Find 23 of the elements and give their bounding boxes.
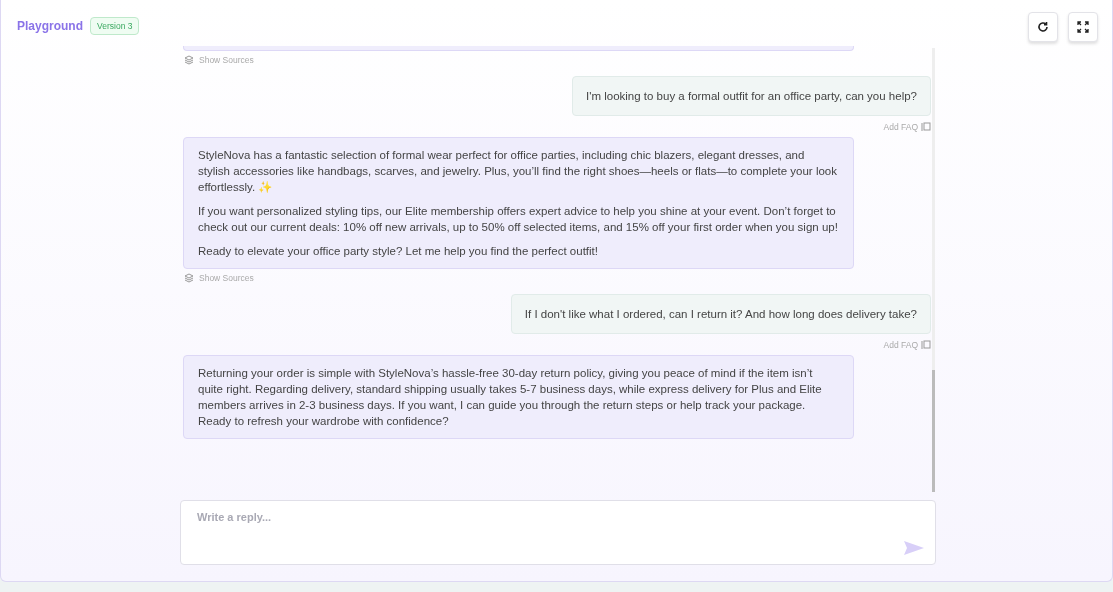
message-text: Ready to elevate your office party style? Let me help you find the perfect outfit! — [198, 244, 599, 259]
refresh-button[interactable] — [1028, 12, 1058, 42]
add-faq-link[interactable]: Add FAQ — [883, 340, 918, 350]
layers-icon[interactable] — [184, 273, 194, 283]
scrollbar[interactable] — [932, 48, 935, 492]
faq-icon[interactable] — [921, 340, 931, 350]
layers-icon[interactable] — [184, 55, 194, 65]
user-message: I'm looking to buy a formal outfit for an office party, can you help? — [572, 76, 931, 116]
app-title: Playground — [17, 19, 83, 33]
message-text: Returning your order is simple with StyleNova’s hassle-free 30-day return policy, giving you peace of mind if the item isn’t quite right. Regarding delivery, standard shipping usually takes 5-7 business days, while express delivery for Plus and Elite members arrives in 2-3 business days. If you want, I can guide you through the return steps or help track your package. Ready to refresh your wardrobe with confidence? — [198, 366, 823, 429]
version-badge: Version 3 — [90, 17, 140, 35]
reply-field[interactable]: Write a reply... — [180, 500, 936, 565]
expand-icon — [1077, 21, 1089, 33]
add-faq-link[interactable]: Add FAQ — [883, 122, 918, 132]
refresh-icon — [1037, 21, 1049, 33]
user-message: If I don't like what I ordered, can I return it? And how long does delivery take? — [510, 294, 931, 334]
message-text: If you want personalized styling tips, our Elite membership offers expert advice to help you shine at your event. Don’t forget to check out our current deals: 10% off new arrivals, up to 50% off selected items, and 15% off your first order when you sign up! — [198, 204, 839, 235]
show-sources-link[interactable]: Show Sources — [199, 273, 254, 283]
message-text: StyleNova has a fantastic selection of formal wear perfect for office parties, including chic blazers, elegant dresses, and stylish accessories like handbags, scarves, and jewelry. Plus, you’ll find the right shoes—heels or flats—to complete your look effortlessly. ✨ — [198, 148, 838, 195]
show-sources-link[interactable]: Show Sources — [199, 55, 254, 65]
fullscreen-button[interactable] — [1068, 12, 1098, 42]
send-icon[interactable] — [904, 541, 924, 555]
faq-icon[interactable] — [921, 122, 931, 132]
